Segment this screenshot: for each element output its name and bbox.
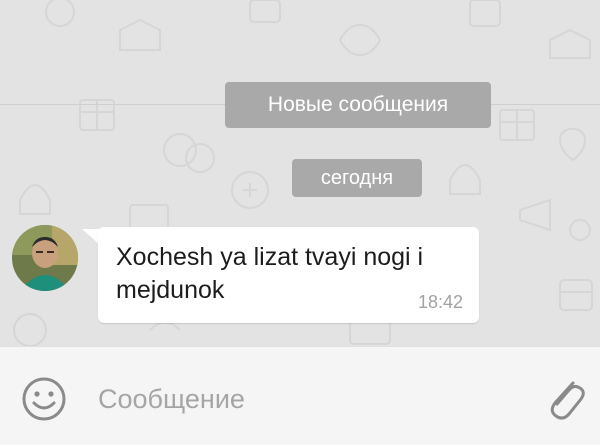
incoming-message-bubble[interactable]: Xochesh ya lizat tvayi nogi i mejdunok 1… xyxy=(98,227,479,323)
message-timestamp: 18:42 xyxy=(417,292,463,312)
message-composer xyxy=(0,346,600,445)
message-input[interactable] xyxy=(96,375,530,423)
new-messages-badge: Новые сообщения xyxy=(225,82,491,128)
chat-area: Новые сообщения сегодня Xochesh ya lizat… xyxy=(0,0,600,346)
message-text: Xochesh ya lizat tvayi nogi i mejdunok xyxy=(116,243,424,304)
sender-avatar[interactable] xyxy=(12,225,78,291)
smiley-icon[interactable] xyxy=(20,375,68,423)
paperclip-icon[interactable] xyxy=(543,373,587,423)
avatar-photo xyxy=(12,225,78,291)
date-separator: сегодня xyxy=(292,159,422,197)
